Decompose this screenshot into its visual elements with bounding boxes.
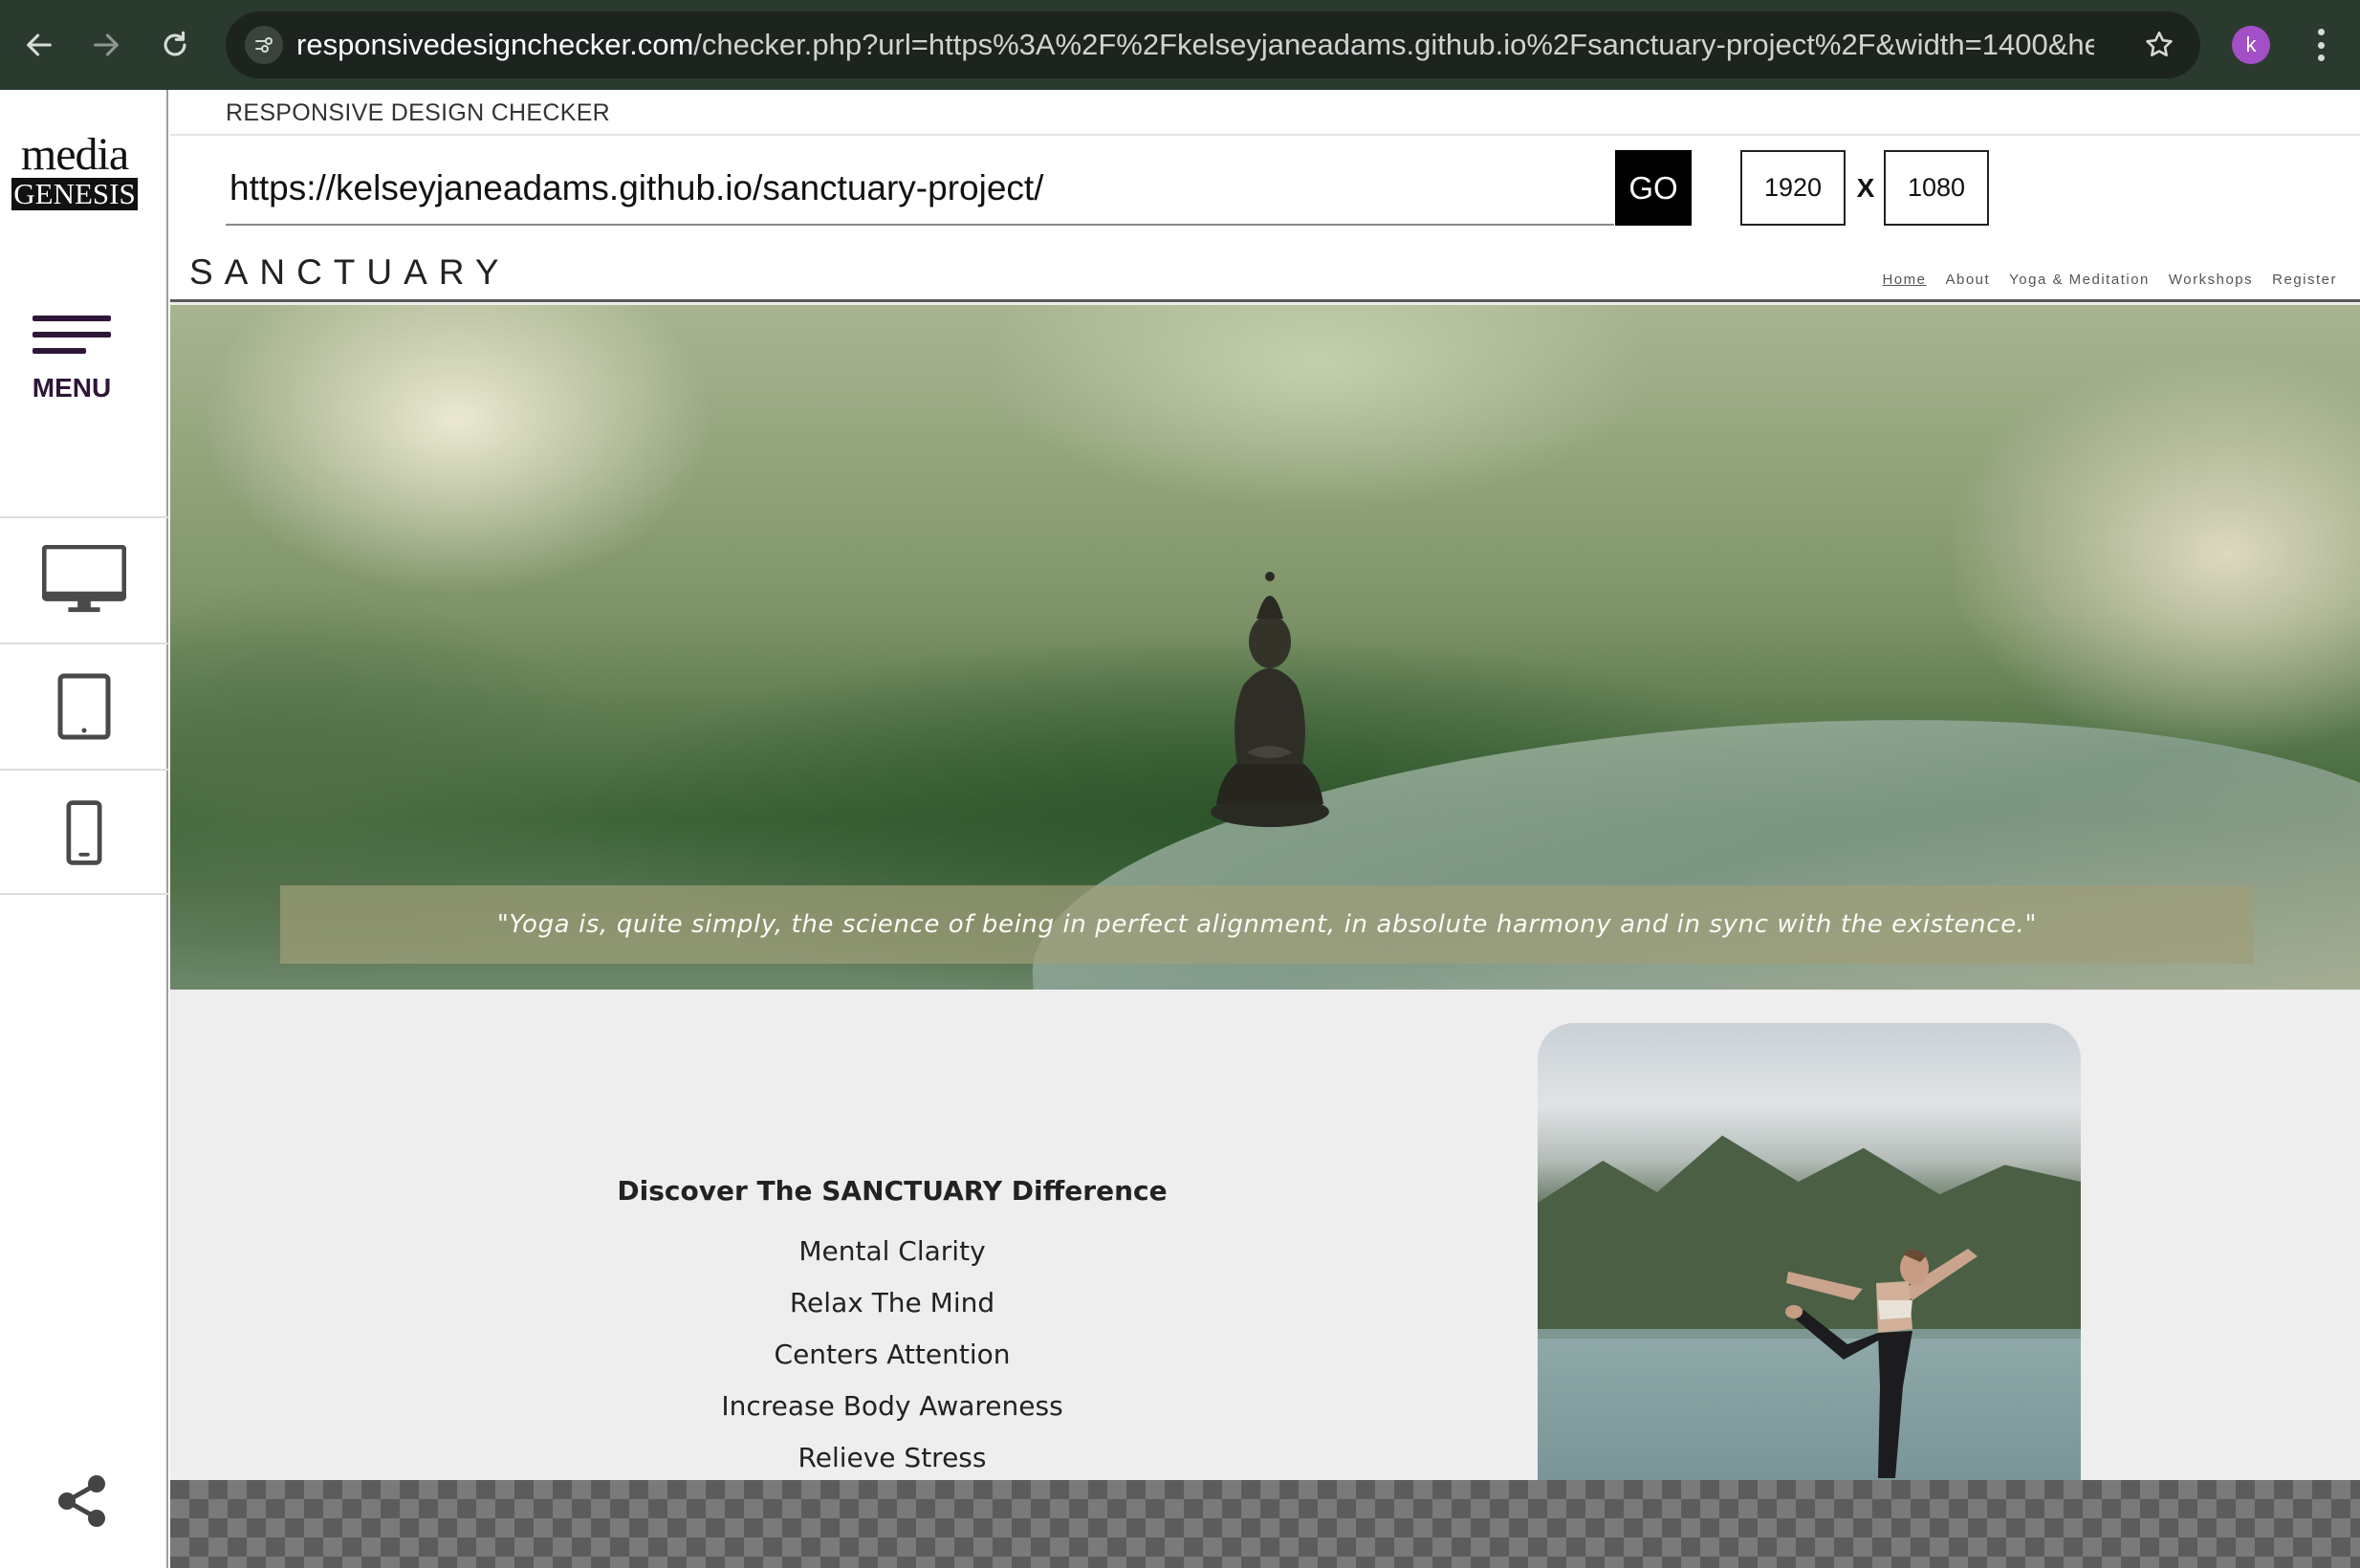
nav-link-workshops[interactable]: Workshops	[2169, 272, 2253, 288]
phone-device-button[interactable]	[0, 769, 168, 895]
star-icon[interactable]	[2139, 25, 2179, 65]
divider	[170, 134, 2360, 136]
list-item: Increase Body Awareness	[721, 1390, 1063, 1422]
height-input[interactable]: 1080	[1884, 150, 1989, 226]
phone-icon	[66, 800, 102, 865]
url-host: responsivedesignchecker.com	[296, 28, 694, 61]
benefits-title: Discover The SANCTUARY Difference	[617, 1175, 1168, 1207]
nav-link-register[interactable]: Register	[2272, 272, 2337, 288]
site-navbar: SANCTUARY Home About Yoga & Meditation W…	[170, 245, 2360, 302]
list-item: Centers Attention	[774, 1339, 1011, 1370]
forward-arrow-icon[interactable]	[82, 21, 130, 69]
go-button[interactable]: GO	[1615, 150, 1692, 226]
site-info-icon[interactable]	[245, 26, 283, 64]
width-input[interactable]: 1920	[1740, 150, 1846, 226]
desktop-icon	[42, 545, 126, 613]
address-bar-url[interactable]: responsivedesignchecker.com/checker.php?…	[296, 11, 2094, 78]
browser-toolbar: responsivedesignchecker.com/checker.php?…	[0, 0, 2360, 90]
buddha-statue-image	[1211, 572, 1329, 827]
logo-genesis-text: GENESIS	[11, 178, 138, 210]
media-genesis-logo[interactable]: media GENESIS	[11, 129, 138, 210]
nav-link-about[interactable]: About	[1945, 272, 1990, 288]
benefits-section: Discover The SANCTUARY Difference Mental…	[409, 1172, 1375, 1480]
nav-link-yoga-meditation[interactable]: Yoga & Meditation	[2009, 272, 2150, 288]
dimension-separator: X	[1856, 173, 1875, 203]
divider	[0, 893, 168, 895]
yoga-person-figure	[1785, 1249, 1978, 1478]
yoga-pose-photo	[1538, 1023, 2081, 1480]
share-icon[interactable]	[54, 1474, 111, 1528]
list-item: Relieve Stress	[798, 1442, 987, 1473]
hero-quote: "Yoga is, quite simply, the science of b…	[496, 910, 2038, 939]
back-arrow-icon[interactable]	[15, 21, 63, 69]
url-input[interactable]: https://kelseyjaneadams.github.io/sanctu…	[226, 151, 1614, 226]
tablet-device-button[interactable]	[0, 642, 168, 769]
site-brand[interactable]: SANCTUARY	[189, 252, 511, 293]
benefits-list: Mental Clarity Relax The Mind Centers At…	[409, 1226, 1375, 1480]
menu-button[interactable]	[33, 316, 119, 364]
checker-sidebar: media GENESIS MENU	[0, 90, 168, 1568]
hero-image: "Yoga is, quite simply, the science of b…	[170, 305, 2360, 990]
list-item: Mental Clarity	[798, 1235, 986, 1267]
kebab-menu-icon[interactable]	[2306, 25, 2335, 65]
logo-media-text: media	[20, 129, 129, 180]
tablet-icon	[57, 673, 111, 740]
nav-link-home[interactable]: Home	[1882, 272, 1926, 288]
quote-banner: "Yoga is, quite simply, the science of b…	[280, 885, 2254, 964]
address-bar[interactable]: responsivedesignchecker.com/checker.php?…	[226, 11, 2200, 78]
preview-frame[interactable]: SANCTUARY Home About Yoga & Meditation W…	[170, 245, 2360, 1480]
site-nav-links: Home About Yoga & Meditation Workshops R…	[1882, 272, 2337, 288]
hamburger-icon	[33, 316, 111, 321]
desktop-device-button[interactable]	[0, 516, 168, 642]
list-item: Relax The Mind	[789, 1287, 995, 1318]
checker-title: RESPONSIVE DESIGN CHECKER	[226, 99, 611, 126]
url-path: /checker.php?url=https%3A%2F%2Fkelseyjan…	[693, 28, 2094, 61]
menu-label[interactable]: MENU	[0, 373, 143, 403]
transparent-checker-background	[170, 1480, 2360, 1568]
reload-icon[interactable]	[151, 21, 199, 69]
profile-avatar[interactable]: k	[2232, 26, 2270, 64]
